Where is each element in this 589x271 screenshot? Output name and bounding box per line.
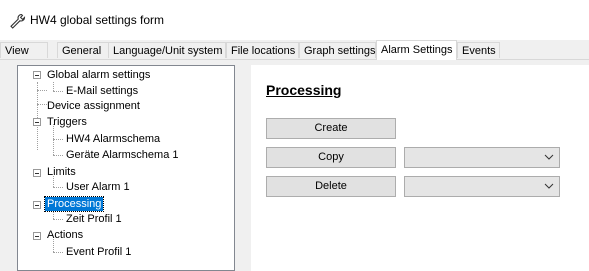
collapse-icon[interactable] bbox=[33, 232, 41, 240]
wrench-icon bbox=[10, 13, 26, 29]
window-title: HW4 global settings form bbox=[30, 13, 165, 27]
collapse-icon[interactable] bbox=[33, 71, 41, 79]
tree-item-global-alarm-settings[interactable]: Global alarm settings bbox=[47, 68, 150, 82]
tab-strip: View General Language/Unit system File l… bbox=[0, 40, 589, 60]
tab-alarm-settings[interactable]: Alarm Settings bbox=[376, 40, 457, 60]
tab-graph-settings[interactable]: Graph settings bbox=[299, 42, 376, 58]
panel-heading: Processing bbox=[266, 82, 342, 98]
tree-item-triggers[interactable]: Triggers bbox=[47, 115, 87, 129]
tree-item-geraete-alarmschema-1[interactable]: Geräte Alarmschema 1 bbox=[66, 148, 179, 162]
collapse-icon[interactable] bbox=[33, 118, 41, 126]
tab-file-locations[interactable]: File locations bbox=[226, 42, 299, 58]
chevron-down-icon bbox=[544, 183, 554, 189]
tab-language-unit-system[interactable]: Language/Unit system bbox=[108, 42, 226, 58]
tree-item-hw4-alarmschema[interactable]: HW4 Alarmschema bbox=[66, 132, 160, 146]
tree-item-limits[interactable]: Limits bbox=[47, 165, 76, 179]
tree-item-email-settings[interactable]: E-Mail settings bbox=[66, 84, 138, 98]
tree-item-zeit-profil-1[interactable]: Zeit Profil 1 bbox=[66, 212, 122, 226]
tab-general[interactable]: General bbox=[57, 42, 109, 58]
tab-view[interactable]: View bbox=[0, 42, 48, 58]
copy-button[interactable]: Copy bbox=[266, 147, 396, 168]
chevron-down-icon bbox=[544, 154, 554, 160]
tree-item-user-alarm-1[interactable]: User Alarm 1 bbox=[66, 180, 130, 194]
tree-item-actions[interactable]: Actions bbox=[47, 228, 83, 242]
tree-item-event-profil-1[interactable]: Event Profil 1 bbox=[66, 245, 131, 259]
title-bar: HW4 global settings form bbox=[0, 0, 589, 40]
collapse-icon[interactable] bbox=[33, 169, 41, 177]
tree-item-device-assignment[interactable]: Device assignment bbox=[47, 99, 140, 113]
tree-item-processing[interactable]: Processing bbox=[43, 196, 105, 212]
create-button[interactable]: Create bbox=[266, 118, 396, 139]
settings-tree[interactable]: Global alarm settings E-Mail settings De… bbox=[17, 65, 235, 271]
tab-events[interactable]: Events bbox=[457, 42, 500, 58]
delete-button[interactable]: Delete bbox=[266, 176, 396, 197]
delete-target-select[interactable] bbox=[404, 176, 560, 197]
copy-source-select[interactable] bbox=[404, 147, 560, 168]
collapse-icon[interactable] bbox=[33, 201, 41, 209]
